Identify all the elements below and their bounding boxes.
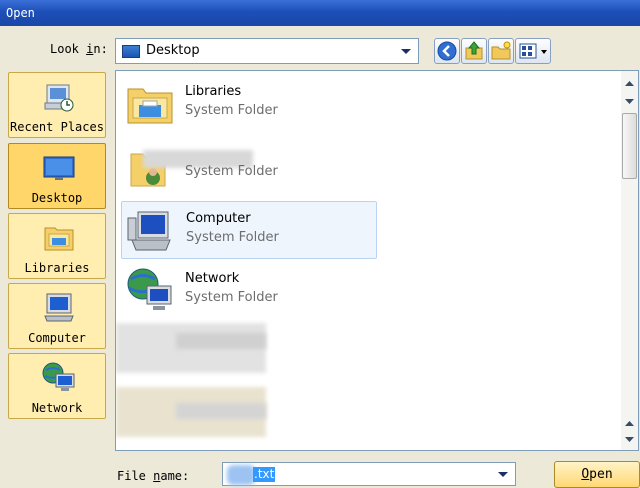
redacted-filename [227,465,255,485]
place-label: Recent Places [10,120,104,134]
title-bar: Open [0,0,640,26]
place-recent-places[interactable]: Recent Places [8,72,106,138]
look-in-label: Look in: [50,42,108,56]
recent-places-icon [44,84,74,112]
place-network[interactable]: Network [8,353,106,419]
vertical-scrollbar[interactable] [621,71,638,450]
new-folder-icon [491,41,511,60]
libraries-folder-icon [127,88,173,124]
scroll-up-icon[interactable] [621,75,638,92]
item-type: System Folder [186,230,279,245]
place-label: Libraries [24,261,90,275]
place-libraries[interactable]: Libraries [8,213,106,279]
views-icon [519,43,547,59]
place-computer[interactable]: Computer [8,283,106,349]
scroll-thumb[interactable] [622,113,637,179]
up-folder-button[interactable] [461,38,487,64]
chevron-down-icon[interactable] [495,466,511,482]
file-name-input[interactable]: .txt [222,462,516,486]
libraries-icon [44,227,74,251]
redacted-item-text [176,333,266,349]
places-bar: Recent Places Desktop Libraries Computer [6,72,108,422]
up-folder-icon [465,41,483,60]
scroll-up-icon[interactable] [621,415,638,432]
item-type: System Folder [185,164,278,179]
list-item-computer[interactable]: Computer System Folder [121,201,377,259]
file-name-label: File name: [117,469,190,483]
list-item-user-folder[interactable]: System Folder [121,136,377,194]
place-desktop[interactable]: Desktop [8,143,106,209]
open-button[interactable]: Open [554,461,640,488]
item-name: Computer [186,211,251,226]
scroll-down-icon[interactable] [621,431,638,448]
look-in-value: Desktop [146,43,200,58]
item-name: Network [185,271,240,286]
window-title: Open [6,6,35,20]
desktop-icon [122,45,140,58]
back-button[interactable] [434,38,460,64]
network-icon [127,268,172,310]
network-icon [42,362,75,391]
new-folder-button[interactable] [488,38,514,64]
place-label: Computer [28,331,86,345]
place-label: Desktop [31,191,83,205]
desktop-icon [43,156,75,180]
computer-icon [127,211,171,251]
redacted-item-text [176,403,266,419]
scroll-down-icon[interactable] [621,93,638,110]
item-type: System Folder [185,290,278,305]
file-name-value: .txt [253,467,276,482]
list-item-network[interactable]: Network System Folder [121,262,377,320]
file-list[interactable]: Libraries System Folder System Folder Co… [115,70,639,451]
place-label: Network [31,401,83,415]
back-arrow-icon [437,41,457,61]
chevron-down-icon[interactable] [398,43,414,59]
list-item-libraries[interactable]: Libraries System Folder [121,75,377,133]
computer-icon [44,293,74,322]
views-menu-button[interactable] [515,38,551,64]
item-type: System Folder [185,103,278,118]
look-in-dropdown[interactable]: Desktop [115,38,419,64]
item-name: Libraries [185,84,242,99]
